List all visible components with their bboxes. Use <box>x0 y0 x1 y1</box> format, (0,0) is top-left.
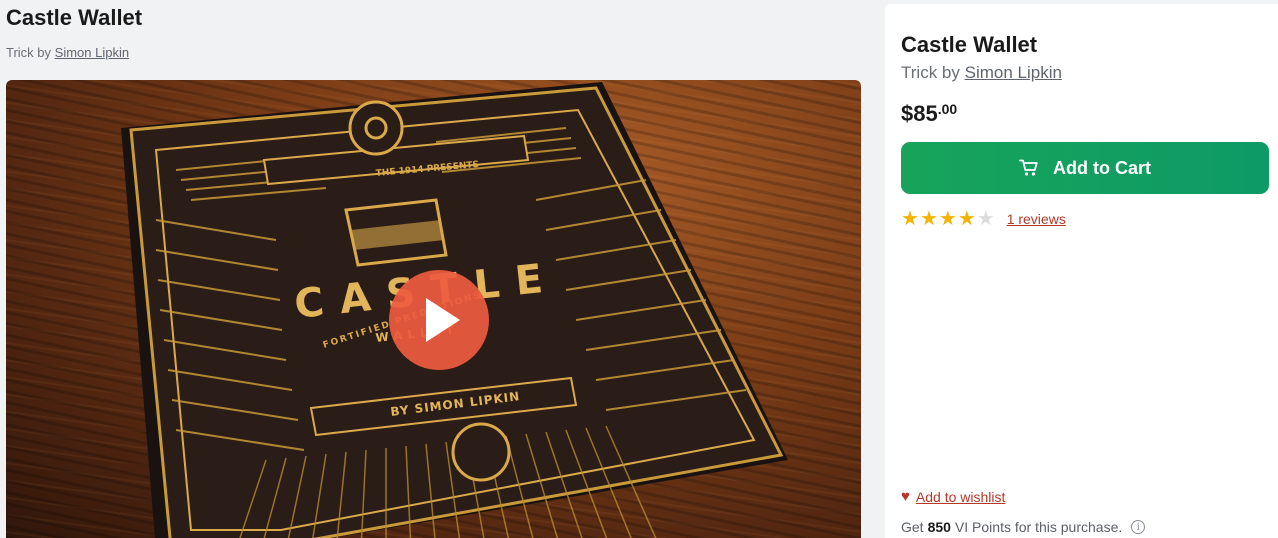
info-icon[interactable]: i <box>1131 520 1146 534</box>
play-icon <box>426 298 460 342</box>
product-video[interactable]: THE 1914 PRESENTS CASTLE WALLET FORTIFIE… <box>6 80 861 538</box>
rating: ★ ★ ★ ★ ★ 1 reviews <box>901 209 1066 229</box>
star-filled-icon: ★ <box>938 208 957 230</box>
panel-byline-prefix: Trick by <box>901 63 960 82</box>
star-filled-icon: ★ <box>901 208 919 230</box>
play-button[interactable] <box>389 270 489 370</box>
reviews-link[interactable]: 1 reviews <box>1007 211 1066 227</box>
page-byline: Trick by Simon Lipkin <box>6 45 129 60</box>
purchase-panel: Castle Wallet Trick by Simon Lipkin $85.… <box>885 4 1278 538</box>
panel-author-link[interactable]: Simon Lipkin <box>965 63 1062 82</box>
star-filled-icon: ★ <box>957 208 976 230</box>
page-title: Castle Wallet <box>6 5 143 30</box>
byline-prefix: Trick by <box>6 45 52 60</box>
points-info: Get 850 VI Points for this purchase. i <box>901 519 1146 535</box>
add-to-wishlist-link[interactable]: Add to wishlist <box>916 489 1005 505</box>
panel-title: Castle Wallet <box>901 32 1038 57</box>
rating-stars: ★ ★ ★ ★ ★ <box>901 209 995 229</box>
wishlist[interactable]: ♥ Add to wishlist <box>901 488 1005 505</box>
cart-icon <box>1019 159 1038 176</box>
price: $85.00 <box>901 101 957 127</box>
star-filled-icon: ★ <box>919 208 938 230</box>
author-link[interactable]: Simon Lipkin <box>55 45 129 60</box>
heart-icon: ♥ <box>901 488 910 505</box>
points-prefix: Get <box>901 519 924 535</box>
points-value: 850 <box>927 519 951 535</box>
points-suffix: VI Points for this purchase. <box>954 519 1123 535</box>
add-to-cart-label: Add to Cart <box>1053 157 1151 178</box>
add-to-cart-button[interactable]: Add to Cart <box>901 142 1269 194</box>
star-empty-icon: ★ <box>976 208 995 230</box>
price-cents: .00 <box>937 101 958 117</box>
product-media-column: Castle Wallet Trick by Simon Lipkin THE … <box>0 0 880 538</box>
price-dollars: $85 <box>901 101 938 126</box>
panel-byline: Trick by Simon Lipkin <box>901 63 1062 83</box>
